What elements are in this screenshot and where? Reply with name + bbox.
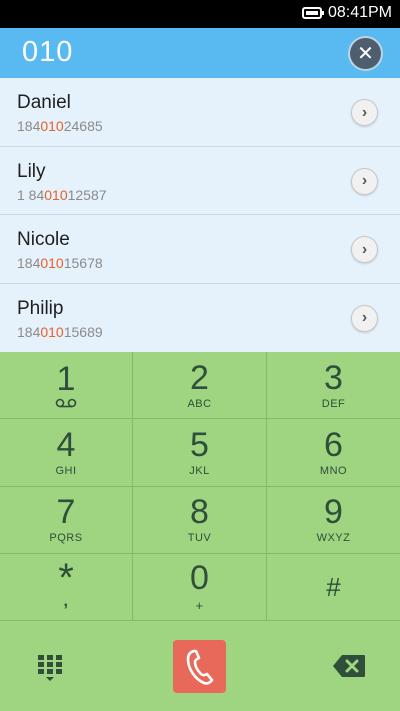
phone-icon: [186, 649, 213, 685]
number-suffix: 15689: [63, 323, 103, 340]
call-button[interactable]: [173, 640, 226, 693]
dialed-number-bar: 010 ✕: [0, 28, 400, 78]
key-digit: 6: [324, 425, 343, 464]
key-letters: WXYZ: [316, 532, 351, 545]
key-hash[interactable]: #: [267, 554, 400, 621]
contact-number: 18401015678: [17, 255, 103, 271]
contact-number: 18401024685: [17, 118, 103, 134]
key-letters: GHI: [55, 464, 77, 477]
key-letters: ,: [63, 592, 69, 610]
key-digit: 2: [190, 358, 209, 397]
key-6[interactable]: 6 MNO: [267, 419, 400, 487]
contact-detail-button[interactable]: ›: [351, 236, 378, 263]
matching-contacts-list: Daniel 18401024685 › Lily 1 8401012587 ›…: [0, 78, 400, 352]
key-digit: #: [326, 571, 341, 602]
number-suffix: 15678: [63, 255, 103, 271]
key-digit: 4: [56, 425, 76, 464]
chevron-right-icon: ›: [361, 172, 368, 189]
key-digit: 7: [56, 493, 76, 532]
dialpad: 1 2 ABC 3 DEF 4 GHI 5 JKL 6 MNO 7 PQRS 8…: [0, 352, 400, 621]
voicemail-icon: [55, 398, 77, 408]
status-time: 08:41PM: [327, 4, 392, 21]
key-8[interactable]: 8 TUV: [133, 486, 267, 554]
contact-name: Nicole: [17, 229, 70, 250]
battery-icon: [301, 7, 324, 19]
key-digit: 9: [324, 493, 343, 532]
key-5[interactable]: 5 JKL: [133, 419, 267, 487]
key-digit: *: [58, 555, 74, 600]
contact-row-lily[interactable]: Lily 1 8401012587 ›: [0, 147, 400, 215]
contact-name: Daniel: [17, 92, 71, 113]
contact-number: 18401015689: [17, 324, 103, 340]
contact-number: 1 8401012587: [17, 187, 107, 203]
key-letters: ABC: [187, 397, 212, 410]
key-1[interactable]: 1: [0, 352, 133, 420]
contact-detail-button[interactable]: ›: [351, 99, 378, 126]
status-bar: 08:41PM: [0, 0, 400, 28]
number-match: 010: [40, 323, 64, 340]
contact-row-daniel[interactable]: Daniel 18401024685 ›: [0, 78, 400, 147]
contact-detail-button[interactable]: ›: [351, 304, 378, 332]
action-bar: [0, 621, 400, 711]
key-star[interactable]: * ,: [0, 553, 133, 621]
clear-button[interactable]: ✕: [350, 38, 381, 69]
contact-row-nicole[interactable]: Nicole 18401015678 ›: [0, 215, 400, 284]
contact-detail-button[interactable]: ›: [351, 167, 378, 195]
number-match: 010: [40, 255, 64, 271]
number-match: 010: [40, 118, 64, 134]
number-prefix: 1 84: [17, 186, 45, 203]
dialed-number: 010: [22, 36, 74, 68]
key-letters: DEF: [321, 397, 346, 410]
number-prefix: 184: [17, 118, 41, 134]
contact-row-philip[interactable]: Philip 18401015689 ›: [0, 284, 400, 353]
key-7[interactable]: 7 PQRS: [0, 486, 133, 554]
chevron-right-icon: ›: [361, 103, 368, 121]
number-prefix: 184: [17, 255, 41, 271]
chevron-right-icon: ›: [361, 240, 368, 258]
key-letters: MNO: [319, 464, 348, 477]
key-letters: JKL: [189, 464, 210, 477]
key-digit: 0: [190, 558, 209, 597]
number-suffix: 12587: [67, 186, 107, 203]
key-digit: 1: [56, 360, 76, 399]
key-9[interactable]: 9 WXYZ: [267, 487, 400, 554]
number-suffix: 24685: [63, 118, 103, 134]
key-4[interactable]: 4 GHI: [0, 419, 133, 487]
key-digit: 3: [324, 358, 343, 397]
key-3[interactable]: 3 DEF: [267, 352, 400, 420]
dialpad-icon[interactable]: [36, 653, 64, 683]
key-digit: 8: [190, 493, 209, 532]
key-letters: +: [195, 597, 204, 613]
status-right: 08:41PM: [301, 4, 392, 22]
number-prefix: 184: [17, 323, 41, 340]
key-letters: PQRS: [49, 532, 83, 545]
key-0[interactable]: 0 +: [133, 553, 267, 621]
clear-icon: ✕: [357, 43, 374, 65]
contact-name: Lily: [17, 160, 46, 182]
number-match: 010: [44, 186, 68, 203]
key-letters: TUV: [187, 532, 212, 545]
backspace-icon[interactable]: [332, 654, 366, 678]
contact-name: Philip: [17, 297, 64, 319]
chevron-right-icon: ›: [361, 309, 368, 326]
key-digit: 5: [190, 425, 209, 464]
key-2[interactable]: 2 ABC: [133, 352, 267, 420]
